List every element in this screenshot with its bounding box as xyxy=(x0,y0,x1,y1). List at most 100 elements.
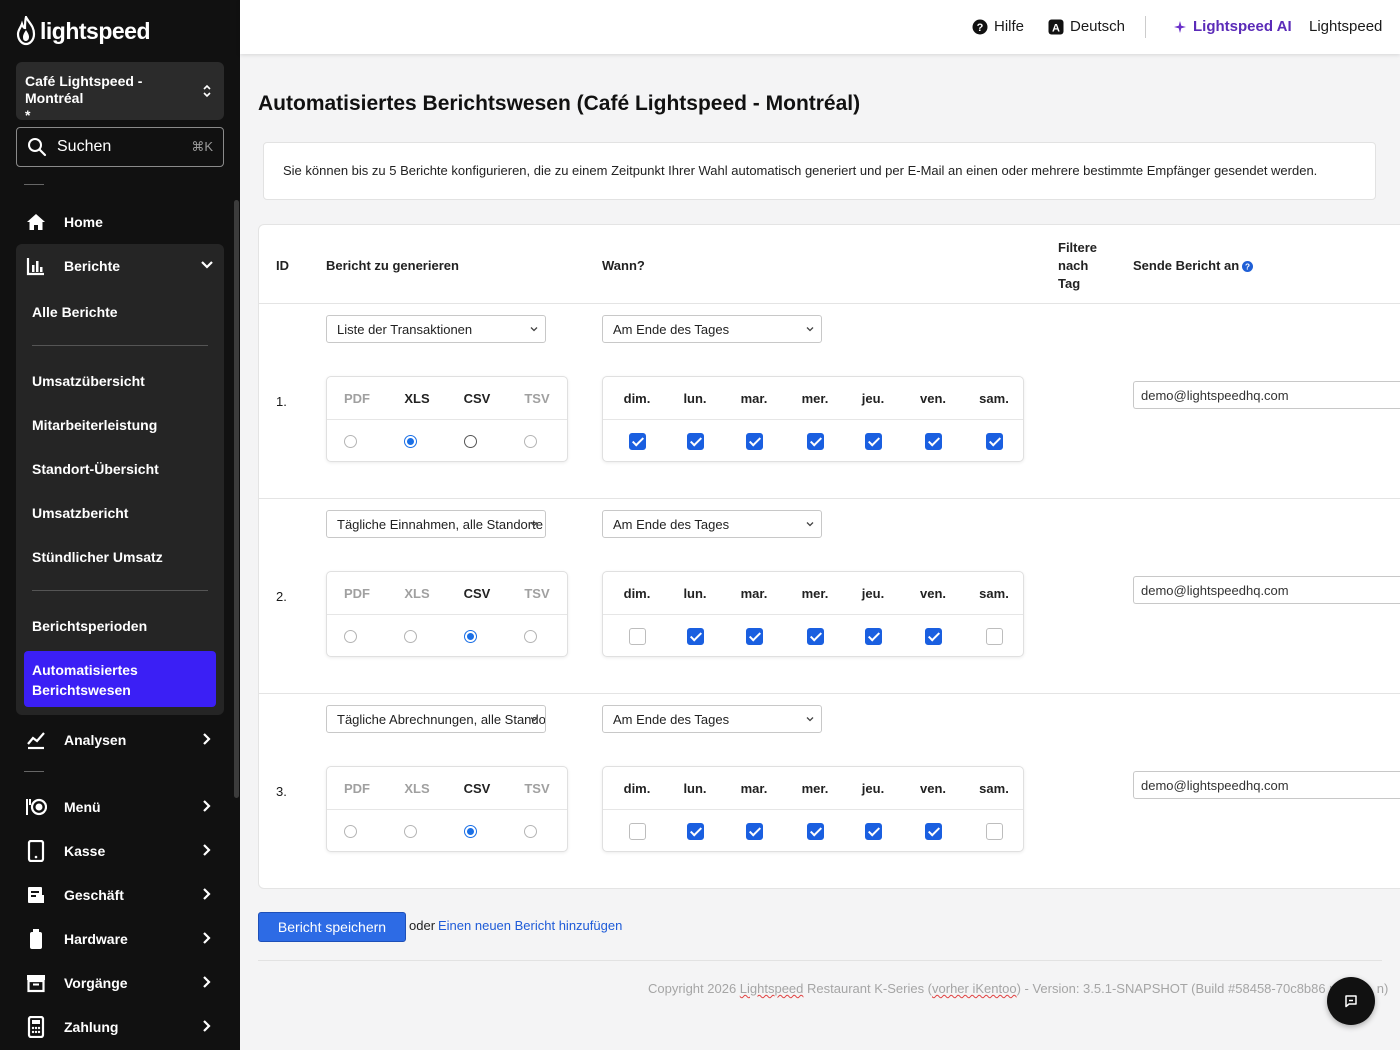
search-input[interactable]: Suchen ⌘K xyxy=(16,127,224,167)
day-checkbox[interactable] xyxy=(629,628,646,645)
help-circle-icon[interactable]: ? xyxy=(1242,260,1254,272)
format-radio-pdf[interactable] xyxy=(344,435,357,448)
day-checkbox[interactable] xyxy=(925,823,942,840)
day-checkbox[interactable] xyxy=(629,823,646,840)
day-checkbox[interactable] xyxy=(986,823,1003,840)
sidebar-subitem-report-periods[interactable]: Berichtsperioden xyxy=(32,618,147,634)
svg-text:?: ? xyxy=(1245,262,1250,271)
day-checkbox[interactable] xyxy=(925,628,942,645)
format-radio-csv[interactable] xyxy=(464,435,477,448)
day-checkbox[interactable] xyxy=(865,628,882,645)
day-checkbox[interactable] xyxy=(746,433,763,450)
account-menu[interactable]: Lightspeed xyxy=(1309,18,1382,35)
header-send-label: Sende Bericht an xyxy=(1133,258,1240,273)
header-filter-line: Filtere xyxy=(1058,240,1098,255)
sidebar-subitem-staff-performance[interactable]: Mitarbeiterleistung xyxy=(32,417,157,433)
format-radio-xls[interactable] xyxy=(404,825,417,838)
sidebar-item-register[interactable]: Kasse xyxy=(16,831,224,871)
help-label: Hilfe xyxy=(994,18,1025,35)
chevron-right-icon xyxy=(203,888,211,900)
report-select[interactable]: Liste der Transaktionen xyxy=(326,315,546,343)
format-label-tsv: TSV xyxy=(524,586,550,601)
sidebar-item-analytics[interactable]: Analysen xyxy=(16,720,224,760)
format-radio-csv[interactable] xyxy=(464,630,477,643)
day-checkbox[interactable] xyxy=(986,628,1003,645)
day-checkbox[interactable] xyxy=(807,433,824,450)
day-checkbox[interactable] xyxy=(807,628,824,645)
sidebar: lightspeed Café Lightspeed - Montréal * … xyxy=(0,0,240,1050)
sidebar-subitem-automated-reporting[interactable]: Automatisiertes Berichtswesen xyxy=(24,651,216,707)
format-radio-csv[interactable] xyxy=(464,825,477,838)
bar-chart-icon xyxy=(24,254,48,278)
format-radio-tsv[interactable] xyxy=(524,630,537,643)
row-id: 1. xyxy=(276,394,287,409)
row-divider xyxy=(259,498,1400,499)
email-field[interactable]: demo@lightspeedhq.com xyxy=(1133,576,1400,604)
store-name: Café Lightspeed - Montréal xyxy=(25,73,143,106)
logo[interactable]: lightspeed xyxy=(16,16,151,46)
sidebar-item-home[interactable]: Home xyxy=(16,202,224,242)
email-field[interactable]: demo@lightspeedhq.com xyxy=(1133,771,1400,799)
up-down-chevron-icon xyxy=(203,84,211,98)
day-checkbox[interactable] xyxy=(746,823,763,840)
format-radio-xls[interactable] xyxy=(404,630,417,643)
sidebar-subitem-sales-overview[interactable]: Umsatzübersicht xyxy=(32,373,145,389)
day-checkbox[interactable] xyxy=(746,628,763,645)
sidebar-item-hardware[interactable]: Hardware xyxy=(16,919,224,959)
sidebar-scrollbar[interactable] xyxy=(234,200,239,798)
save-report-button[interactable]: Bericht speichern xyxy=(258,912,406,942)
format-label-pdf: PDF xyxy=(344,391,370,406)
language-switcher[interactable]: A Deutsch xyxy=(1048,18,1125,35)
lightspeed-ai-link[interactable]: Lightspeed AI xyxy=(1173,18,1292,35)
sidebar-item-payment[interactable]: Zahlung xyxy=(16,1007,224,1047)
day-label: dim. xyxy=(623,781,651,796)
archive-icon xyxy=(24,971,48,995)
sidebar-item-menu[interactable]: Menü xyxy=(16,787,224,827)
sidebar-item-label: Geschäft xyxy=(64,887,124,903)
copyright-brand: Lightspeed xyxy=(739,981,804,996)
day-checkbox[interactable] xyxy=(986,433,1003,450)
add-report-link[interactable]: Einen neuen Bericht hinzufügen xyxy=(438,918,622,933)
format-radio-pdf[interactable] xyxy=(344,825,357,838)
day-checkbox[interactable] xyxy=(925,433,942,450)
sidebar-divider xyxy=(24,184,44,185)
report-select[interactable]: Tägliche Abrechnungen, alle Standorte xyxy=(326,705,546,733)
day-checkbox[interactable] xyxy=(865,433,882,450)
day-checkbox[interactable] xyxy=(629,433,646,450)
card-divider xyxy=(603,419,1023,420)
report-select[interactable]: Tägliche Einnahmen, alle Standorte xyxy=(326,510,546,538)
when-select[interactable]: Am Ende des Tages xyxy=(602,705,822,733)
sidebar-item-business[interactable]: Geschäft xyxy=(16,875,224,915)
sidebar-item-reports[interactable]: Berichte xyxy=(16,246,224,286)
chevron-right-icon xyxy=(203,932,211,944)
when-select[interactable]: Am Ende des Tages xyxy=(602,510,822,538)
sidebar-subitem-location-overview[interactable]: Standort-Übersicht xyxy=(32,461,159,477)
day-label: jeu. xyxy=(861,781,885,796)
format-radio-pdf[interactable] xyxy=(344,630,357,643)
when-select[interactable]: Am Ende des Tages xyxy=(602,315,822,343)
day-checkbox[interactable] xyxy=(687,823,704,840)
sidebar-item-operations[interactable]: Vorgänge xyxy=(16,963,224,1003)
sidebar-item-label: Menü xyxy=(64,799,101,815)
day-checkbox[interactable] xyxy=(687,433,704,450)
reports-group: Berichte Alle Berichte Umsatzübersicht M… xyxy=(16,244,224,715)
help-link[interactable]: ? Hilfe xyxy=(972,18,1024,35)
email-field[interactable]: demo@lightspeedhq.com xyxy=(1133,381,1400,409)
day-checkbox[interactable] xyxy=(865,823,882,840)
days-card: dim. lun. mar. mer. jeu. ven. sam. xyxy=(602,571,1024,657)
format-radio-tsv[interactable] xyxy=(524,825,537,838)
format-radio-xls[interactable] xyxy=(404,435,417,448)
sidebar-subitem-all-reports[interactable]: Alle Berichte xyxy=(32,304,118,320)
days-card: dim. lun. mar. mer. jeu. ven. sam. xyxy=(602,766,1024,852)
header-when: Wann? xyxy=(602,258,645,273)
topbar-divider xyxy=(1145,16,1146,38)
day-label: lun. xyxy=(683,781,707,796)
format-radio-tsv[interactable] xyxy=(524,435,537,448)
chat-button[interactable] xyxy=(1327,977,1375,1025)
day-checkbox[interactable] xyxy=(687,628,704,645)
store-selector[interactable]: Café Lightspeed - Montréal * xyxy=(16,62,224,123)
sidebar-subitem-hourly-sales[interactable]: Stündlicher Umsatz xyxy=(32,549,163,565)
day-label: mer. xyxy=(801,781,829,796)
day-checkbox[interactable] xyxy=(807,823,824,840)
sidebar-subitem-sales-report[interactable]: Umsatzbericht xyxy=(32,505,128,521)
